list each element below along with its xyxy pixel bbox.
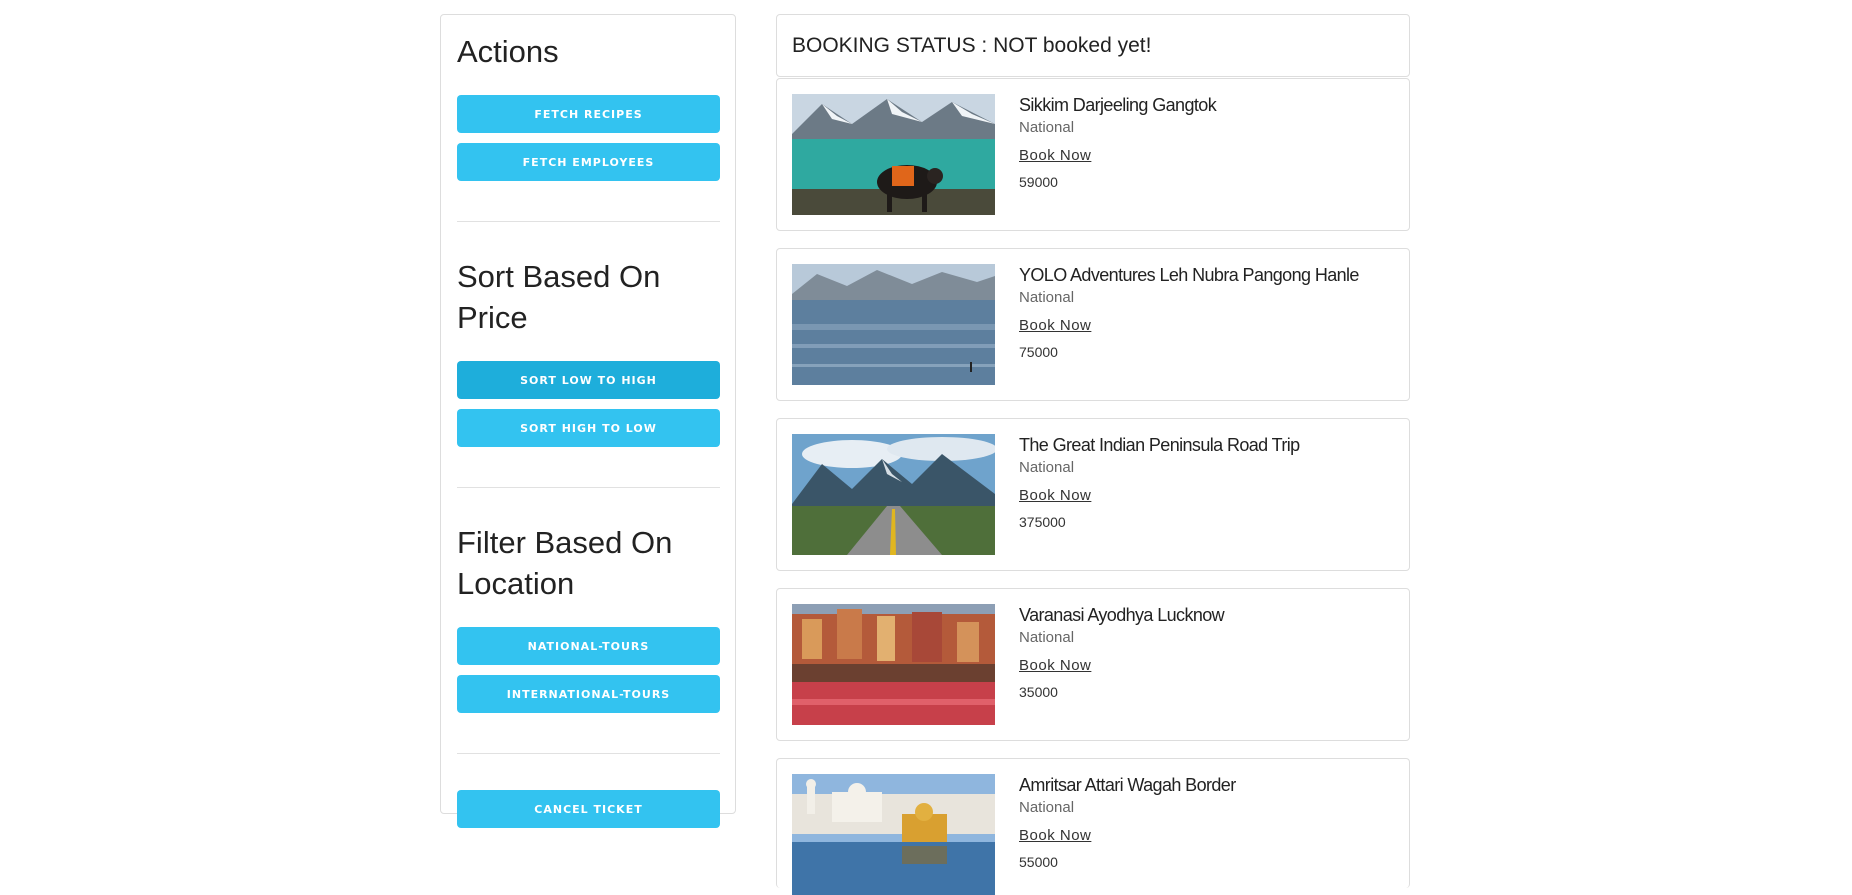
tour-info: Varanasi Ayodhya Lucknow National Book N… xyxy=(1019,604,1225,702)
tour-image-ghats xyxy=(792,604,995,725)
tour-card: The Great Indian Peninsula Road Trip Nat… xyxy=(776,418,1410,571)
tour-category: National xyxy=(1019,799,1075,816)
book-now-link[interactable]: Book Now xyxy=(1019,316,1091,336)
booking-status-text: BOOKING STATUS : NOT booked yet! xyxy=(792,34,1152,57)
tour-title: YOLO Adventures Leh Nubra Pangong Hanle xyxy=(1019,265,1359,285)
national-tours-button[interactable]: NATIONAL-TOURS xyxy=(457,627,720,665)
tour-image-lake-yak xyxy=(792,94,995,215)
book-now-link[interactable]: Book Now xyxy=(1019,486,1091,506)
fetch-employees-button[interactable]: FETCH EMPLOYEES xyxy=(457,143,720,181)
international-tours-button[interactable]: INTERNATIONAL-TOURS xyxy=(457,675,720,713)
book-now-link[interactable]: Book Now xyxy=(1019,146,1091,166)
actions-title: Actions xyxy=(457,34,559,69)
tour-info: Sikkim Darjeeling Gangtok National Book … xyxy=(1019,94,1217,192)
tour-card: Amritsar Attari Wagah Border National Bo… xyxy=(776,758,1410,895)
tour-card: YOLO Adventures Leh Nubra Pangong Hanle … xyxy=(776,248,1410,401)
tour-image-lake-mountains xyxy=(792,264,995,385)
tour-info: The Great Indian Peninsula Road Trip Nat… xyxy=(1019,434,1300,532)
book-now-link[interactable]: Book Now xyxy=(1019,656,1091,676)
tour-price: 375000 xyxy=(1019,514,1066,530)
tour-title: Amritsar Attari Wagah Border xyxy=(1019,775,1236,795)
tour-title: Sikkim Darjeeling Gangtok xyxy=(1019,95,1217,115)
tour-price: 55000 xyxy=(1019,854,1058,870)
tour-category: National xyxy=(1019,289,1075,306)
tour-title: Varanasi Ayodhya Lucknow xyxy=(1019,605,1225,625)
tour-category: National xyxy=(1019,459,1075,476)
actions-sidebar: Actions FETCH RECIPES FETCH EMPLOYEES So… xyxy=(440,14,736,828)
tour-card: Sikkim Darjeeling Gangtok National Book … xyxy=(776,78,1410,231)
fetch-recipes-button[interactable]: FETCH RECIPES xyxy=(457,95,720,133)
sort-low-to-high-button[interactable]: SORT LOW TO HIGH xyxy=(457,361,720,399)
book-now-link[interactable]: Book Now xyxy=(1019,826,1091,846)
tour-image-golden-temple xyxy=(792,774,995,895)
booking-status-card: BOOKING STATUS : NOT booked yet! xyxy=(776,14,1410,77)
tour-price: 35000 xyxy=(1019,684,1058,700)
tour-image-road xyxy=(792,434,995,555)
tour-title: The Great Indian Peninsula Road Trip xyxy=(1019,435,1300,455)
tour-category: National xyxy=(1019,119,1075,136)
tour-info: YOLO Adventures Leh Nubra Pangong Hanle … xyxy=(1019,264,1359,362)
tour-category: National xyxy=(1019,629,1075,646)
sort-title: Sort Based On Price xyxy=(457,259,661,335)
tour-price: 59000 xyxy=(1019,174,1058,190)
filter-title: Filter Based On Location xyxy=(457,525,673,601)
cancel-ticket-button[interactable]: CANCEL TICKET xyxy=(457,790,720,828)
sort-high-to-low-button[interactable]: SORT HIGH TO LOW xyxy=(457,409,720,447)
tour-card: Varanasi Ayodhya Lucknow National Book N… xyxy=(776,588,1410,741)
tour-price: 75000 xyxy=(1019,344,1058,360)
tour-info: Amritsar Attari Wagah Border National Bo… xyxy=(1019,774,1236,872)
